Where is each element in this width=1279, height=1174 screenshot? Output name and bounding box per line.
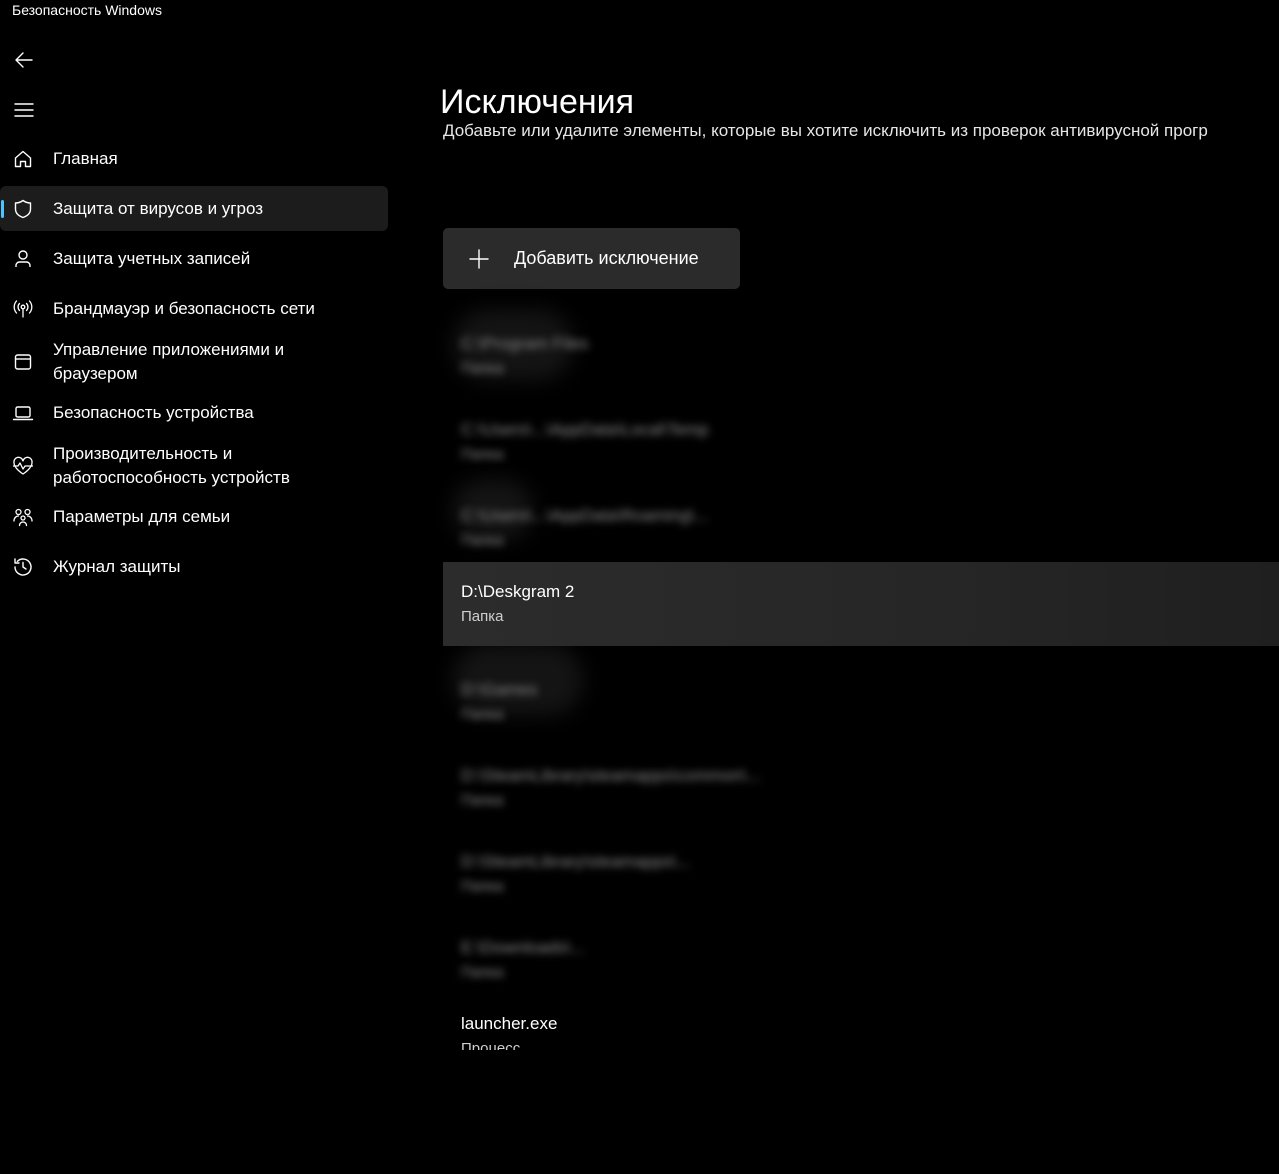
exclusion-type: Папка [461, 706, 504, 723]
page-title: Исключения [440, 82, 635, 121]
antenna-icon [12, 298, 34, 320]
sidebar-item-app-browser-control[interactable]: Управление приложениями и браузером [0, 336, 388, 388]
history-icon [12, 556, 34, 578]
heart-pulse-icon [12, 455, 34, 477]
list-item[interactable]: D:\Games Папка [443, 660, 1279, 744]
sidebar-item-device-performance[interactable]: Производительность и работоспособность у… [0, 440, 388, 492]
plus-icon [469, 248, 489, 269]
list-item[interactable]: D:\SteamLibrary\steamapps\common\... Пап… [443, 746, 1279, 830]
sidebar-nav: Главная Защита от вирусов и угроз Защита… [0, 136, 388, 594]
exclusion-path: D:\Games [461, 680, 538, 699]
exclusion-type: Папка [461, 792, 504, 809]
exclusion-path: C:\Users\...\AppData\Roaming\... [461, 506, 709, 525]
sidebar-item-label: Управление приложениями и браузером [53, 340, 285, 383]
page-description: Добавьте или удалите элементы, которые в… [443, 121, 1208, 140]
sidebar-item-account-protection[interactable]: Защита учетных записей [0, 236, 388, 281]
exclusion-type: Папка [461, 532, 504, 549]
hamburger-menu-icon [14, 103, 34, 117]
exclusion-path: D:\SteamLibrary\steamapps\common\... [461, 766, 761, 785]
sidebar-item-device-security[interactable]: Безопасность устройства [0, 390, 388, 435]
exclusion-path: C:\Program Files [461, 334, 589, 353]
list-item[interactable]: D:\SteamLibrary\steamapps\... Папка [443, 832, 1279, 916]
sidebar-item-protection-history[interactable]: Журнал защиты [0, 544, 388, 589]
back-arrow-icon [15, 52, 33, 68]
exclusion-type: Процесс [461, 1040, 521, 1050]
family-icon [12, 506, 34, 528]
home-icon [12, 148, 34, 170]
exclusion-path: C:\Users\...\AppData\Local\Temp [461, 420, 709, 439]
person-icon [12, 248, 34, 270]
sidebar-item-label: Защита от вирусов и угроз [53, 198, 264, 218]
exclusion-type: Папка [461, 360, 504, 377]
list-item[interactable]: C:\Program Files Папка [443, 314, 1279, 398]
shield-icon [12, 198, 34, 220]
exclusion-path: E:\Downloads\... [461, 938, 585, 957]
active-indicator [1, 200, 4, 218]
sidebar-item-label: Параметры для семьи [53, 506, 231, 526]
sidebar-item-home[interactable]: Главная [0, 136, 388, 181]
exclusion-type: Папка [461, 964, 504, 981]
sidebar-item-label: Безопасность устройства [53, 402, 254, 422]
sidebar-item-virus-protection[interactable]: Защита от вирусов и угроз [0, 186, 388, 231]
exclusion-path: D:\SteamLibrary\steamapps\... [461, 852, 691, 871]
list-item[interactable]: E:\Downloads\... Папка [443, 918, 1279, 1002]
sidebar-item-label: Защита учетных записей [53, 248, 251, 268]
exclusion-type: Папка [461, 608, 504, 625]
back-button[interactable] [10, 46, 38, 74]
list-item[interactable]: C:\Users\...\AppData\Roaming\... Папка [443, 486, 1279, 570]
sidebar-item-firewall[interactable]: Брандмауэр и безопасность сети [0, 286, 388, 331]
sidebar-item-family-options[interactable]: Параметры для семьи [0, 494, 388, 539]
exclusion-type: Папка [461, 878, 504, 895]
sidebar-item-label: Брандмауэр и безопасность сети [53, 298, 315, 318]
add-exclusion-label: Добавить исключение [514, 248, 699, 268]
exclusion-type: Папка [461, 446, 504, 463]
sidebar-item-label: Журнал защиты [53, 556, 181, 576]
add-exclusion-button[interactable]: Добавить исключение [443, 228, 740, 289]
list-item-selected[interactable]: D:\Deskgram 2 Папка [443, 562, 1279, 646]
sidebar-item-label: Главная [53, 148, 118, 168]
list-clip: launcher.exe Процесс [443, 1008, 1279, 1050]
window-title: Безопасность Windows [12, 2, 162, 18]
list-item[interactable]: C:\Users\...\AppData\Local\Temp Папка [443, 400, 1279, 484]
sidebar-item-label: Производительность и работоспособность у… [53, 444, 290, 487]
exclusion-path: D:\Deskgram 2 [461, 582, 575, 601]
laptop-icon [12, 402, 34, 424]
exclusion-path: launcher.exe [461, 1014, 558, 1033]
menu-button[interactable] [10, 96, 38, 124]
list-item[interactable]: launcher.exe Процесс [443, 1008, 1279, 1050]
app-window-icon [12, 351, 34, 373]
